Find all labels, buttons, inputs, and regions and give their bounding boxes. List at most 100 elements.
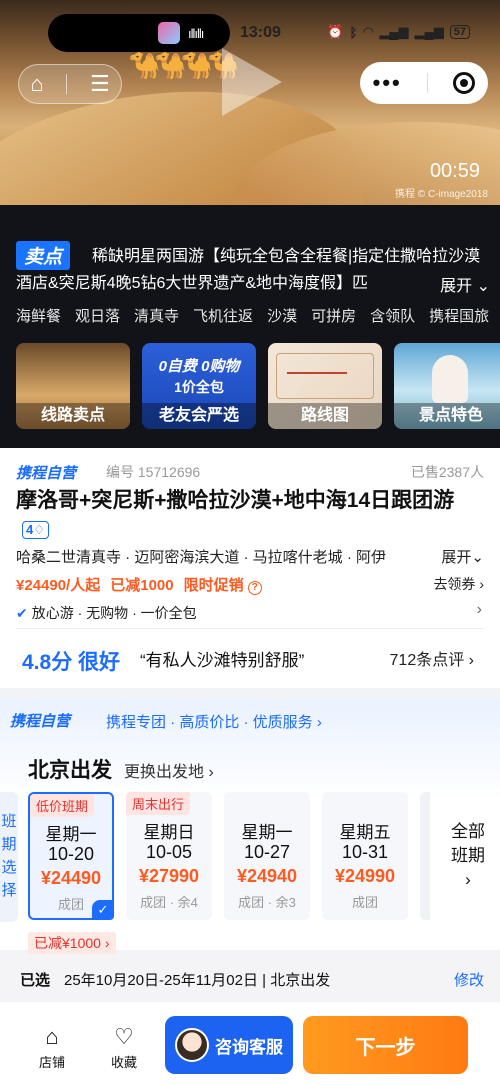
price: ¥24940: [236, 866, 298, 886]
card-friends-selection[interactable]: 0自费 0购物 1价全包 老友会严选: [142, 343, 256, 429]
date-option-partial[interactable]: [420, 792, 430, 920]
rating-score: 4.8分 很好: [22, 651, 121, 674]
saved-text: 已减¥1000: [34, 935, 101, 951]
ctrip-self-operated-badge: 携程自营: [16, 465, 77, 482]
date: 10-27: [243, 842, 291, 862]
weekday: 星期五: [339, 823, 391, 842]
date-badge: 低价班期: [30, 794, 95, 817]
product-highlight-title: 稀缺明星两国游【纯玩全包含全程餐|指定住撒哈拉沙漠酒店&突尼斯4晚5钻6大世界遗…: [16, 248, 481, 292]
date-option[interactable]: 星期五 10-31 ¥24990 成团: [322, 792, 408, 920]
store-button[interactable]: ⌂ 店铺: [32, 1024, 72, 1071]
promo-label: 限时促销 ?: [184, 574, 262, 595]
price: ¥24990: [334, 866, 396, 886]
departure-section: 携程自营 携程专团 · 高质价比 · 优质服务 › 北京出发 更换出发地 › 班…: [0, 700, 500, 954]
agent-avatar: [175, 1028, 209, 1062]
more-icon[interactable]: •••: [373, 70, 402, 96]
date: 10-31: [341, 842, 389, 862]
consult-label: 咨询客服: [215, 1037, 283, 1057]
play-icon[interactable]: [222, 48, 282, 116]
next-step-button[interactable]: 下一步: [303, 1016, 468, 1074]
home-icon[interactable]: ⌂: [30, 71, 43, 97]
signal-icon: ▂▄▆: [414, 24, 444, 39]
card-route-map[interactable]: 路线图: [268, 343, 382, 429]
review-count: 712条点评: [389, 652, 465, 669]
feature-tag: 携程国旅: [429, 308, 490, 325]
card-label: 路线图: [268, 403, 382, 429]
assurance-text: 放心游 · 无购物 · 一价全包: [31, 605, 197, 621]
menu-icon[interactable]: ☰: [90, 71, 110, 97]
check-icon: ✔: [16, 605, 28, 621]
weekday: 星期一: [241, 823, 293, 842]
hero-video[interactable]: 🐪🐪🐪🐪 ıllıllı 13:09 ⏰ ᛒ ◠ ▂▄▆ ▂▄▆ 57 ⌂ ☰ …: [0, 0, 500, 205]
highlight-cards: 线路卖点 0自费 0购物 1价全包 老友会严选 路线图 景点特色: [16, 343, 500, 429]
close-miniapp-icon[interactable]: [453, 72, 476, 94]
get-coupon-link[interactable]: 去领券 ›: [433, 574, 484, 594]
price-row: ¥24490/人起 已减1000 限时促销 ?: [16, 574, 262, 595]
saved-amount-tag[interactable]: 已减¥1000 ›: [28, 932, 116, 954]
date: 10-20: [47, 844, 95, 864]
price: ¥27990: [138, 866, 200, 886]
camel-caravan: 🐪🐪🐪🐪: [128, 50, 239, 80]
service-slogan-link[interactable]: 携程专团 · 高质价比 · 优质服务 ›: [106, 711, 322, 732]
expand-label: 展开: [441, 549, 472, 566]
system-icons: ⏰ ᛒ ◠ ▂▄▆ ▂▄▆ 57: [327, 24, 470, 40]
all-dates-button[interactable]: 全部班期 ›: [446, 820, 490, 892]
status-bar: ıllıllı 13:09 ⏰ ᛒ ◠ ▂▄▆ ▂▄▆ 57: [0, 14, 500, 52]
weekday: 星期日: [143, 823, 195, 842]
divider: [66, 74, 68, 94]
change-label: 更换出发地: [124, 764, 205, 781]
app-icon: [158, 22, 180, 44]
chevron-right-icon[interactable]: ›: [477, 601, 482, 619]
selected-check-icon: ✓: [92, 900, 114, 920]
selected-key: 已选: [20, 972, 51, 989]
selected-dates: 25年10月20日-25年11月02日 | 北京出发: [64, 972, 331, 989]
expand-button[interactable]: 展开 ⌄: [424, 272, 490, 296]
start-price: ¥24490/人起: [16, 577, 101, 594]
card-label: 老友会严选: [142, 403, 256, 429]
feature-tag: 沙漠: [267, 308, 298, 325]
selling-point-tag: 卖点: [16, 241, 71, 270]
card-subline: 1价全包: [174, 379, 224, 395]
self-operated-badge: 携程自营: [10, 713, 71, 730]
help-icon[interactable]: ?: [247, 581, 262, 595]
video-duration: 00:59: [429, 160, 480, 182]
sold-count: 已售2387人: [410, 464, 484, 480]
change-departure-link[interactable]: 更换出发地 ›: [124, 758, 214, 782]
chevron-down-icon: ⌄: [476, 278, 490, 295]
wifi-icon: ◠: [363, 24, 374, 39]
card-label: 线路卖点: [16, 403, 130, 429]
group-status: 成团: [351, 895, 378, 910]
nav-capsule: ⌂ ☰: [18, 64, 122, 104]
date-badge: 周末出行: [126, 792, 191, 815]
product-title: 摩洛哥+突尼斯+撒哈拉沙漠+地中海14日跟团游 4♢: [16, 486, 486, 544]
card-route-highlights[interactable]: 线路卖点: [16, 343, 130, 429]
favorite-button[interactable]: ♡ 收藏: [104, 1024, 144, 1071]
selection-summary: 已选 25年10月20日-25年11月02日 | 北京出发 修改: [0, 954, 500, 1002]
feature-tags: 海鲜餐 观日落 清真寺 飞机往返 沙漠 可拼房 含领队 携程国旅: [16, 305, 496, 326]
coupon-label: 去领券: [433, 576, 476, 592]
miniapp-capsule: •••: [360, 62, 488, 104]
feature-tag: 飞机往返: [193, 308, 254, 325]
assurance-row[interactable]: ✔ 放心游 · 无购物 · 一价全包: [16, 603, 197, 623]
card-headline: 0自费 0购物: [158, 358, 240, 375]
signal-icon: ▂▄▆: [379, 24, 409, 39]
date-option[interactable]: 周末出行 星期日 10-05 ¥27990 成团 · 余4: [126, 792, 212, 920]
slogan-text: 携程专团 · 高质价比 · 优质服务: [106, 714, 313, 731]
expand-label: 展开: [440, 278, 473, 295]
bottom-action-bar: ⌂ 店铺 ♡ 收藏 咨询客服 下一步: [0, 1002, 500, 1085]
selling-points-section: 稀缺明星两国游【纯玩全包含全程餐|指定住撒哈拉沙漠酒店&突尼斯4晚5钻6大世界遗…: [0, 205, 500, 448]
review-count-link[interactable]: 712条点评 ›: [390, 646, 474, 670]
map-thumbnail: [276, 353, 374, 399]
store-icon: ⌂: [45, 1024, 59, 1049]
modify-button[interactable]: 修改: [454, 969, 484, 990]
status-time: 13:09: [240, 24, 281, 41]
heart-icon: ♡: [114, 1024, 134, 1049]
product-title-text: 摩洛哥+突尼斯+撒哈拉沙漠+地中海14日跟团游: [16, 489, 455, 512]
consult-service-button[interactable]: 咨询客服: [165, 1016, 293, 1074]
route-expand-button[interactable]: 展开⌄: [441, 546, 484, 567]
battery-icon: 57: [449, 25, 470, 39]
date-option[interactable]: 星期一 10-27 ¥24940 成团 · 余3: [224, 792, 310, 920]
date-option-selected[interactable]: 低价班期 星期一 10-20 ¥24490 成团 ✓: [28, 792, 114, 920]
date-selector-label[interactable]: 班期选择: [0, 792, 18, 922]
card-attractions[interactable]: 景点特色: [394, 343, 500, 429]
